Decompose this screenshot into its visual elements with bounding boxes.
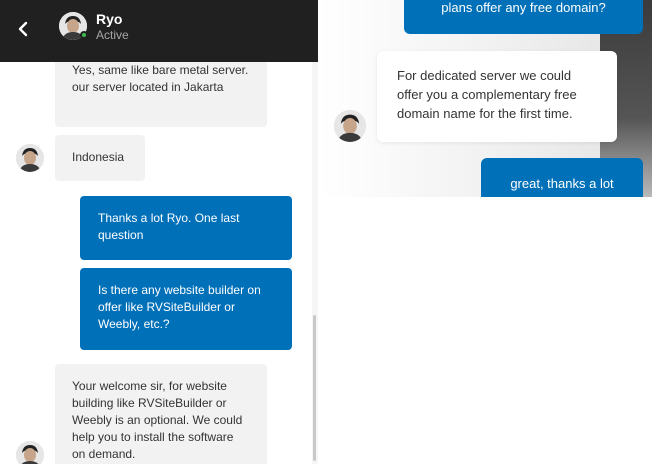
back-button[interactable] [10,15,38,43]
message-text: plans offer any free domain? [441,0,606,15]
chat-header: Ryo Active [0,0,318,62]
contact-status: Active [96,28,129,42]
agent-message: Indonesia [55,135,145,181]
chevron-left-icon [18,21,28,37]
user-message: Is there any website builder on offer li… [80,268,292,350]
agent-avatar [16,441,44,464]
status-dot-icon [80,31,88,39]
message-text: Your welcome sir, for website building l… [72,379,243,461]
message-text: Thanks a lot Ryo. One last question [98,211,240,242]
agent-message: For dedicated server we could offer you … [377,51,617,142]
chat-screenshot-panel: plans offer any free domain? For dedicat… [319,0,652,197]
contact-name: Ryo [96,11,123,27]
agent-avatar [16,144,44,172]
message-list[interactable]: Yes, same like bare metal server. our se… [0,62,312,464]
scrollbar[interactable] [312,62,318,464]
message-text: Indonesia [72,150,125,164]
user-message: Thanks a lot Ryo. One last question [80,196,292,260]
message-text: Yes, same like bare metal server. our se… [72,63,249,94]
agent-message: Yes, same like bare metal server. our se… [55,62,267,127]
scrollbar-thumb[interactable] [313,315,316,461]
message-text: For dedicated server we could offer you … [397,68,577,121]
message-text: Is there any website builder on offer li… [98,283,261,331]
chat-panel: Ryo Active Yes, same like bare metal ser… [0,0,318,464]
user-message: great, thanks a lot [481,158,643,197]
message-text: great, thanks a lot [510,176,614,191]
agent-message: Your welcome sir, for website building l… [55,364,267,464]
agent-avatar [334,110,366,142]
user-message: plans offer any free domain? [404,0,643,34]
